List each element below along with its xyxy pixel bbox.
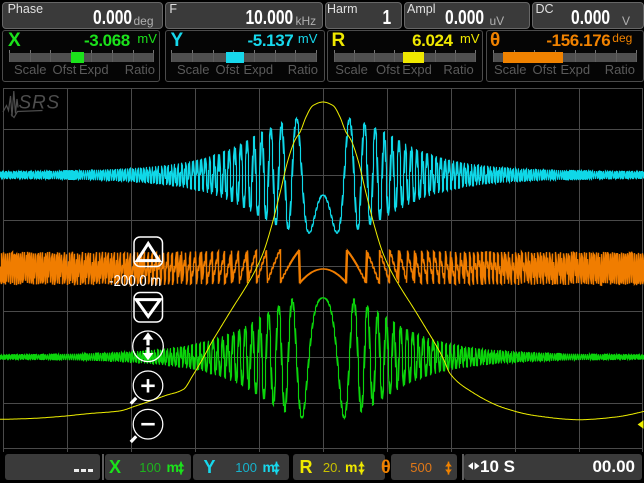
svg-text:SRS: SRS — [19, 93, 60, 114]
